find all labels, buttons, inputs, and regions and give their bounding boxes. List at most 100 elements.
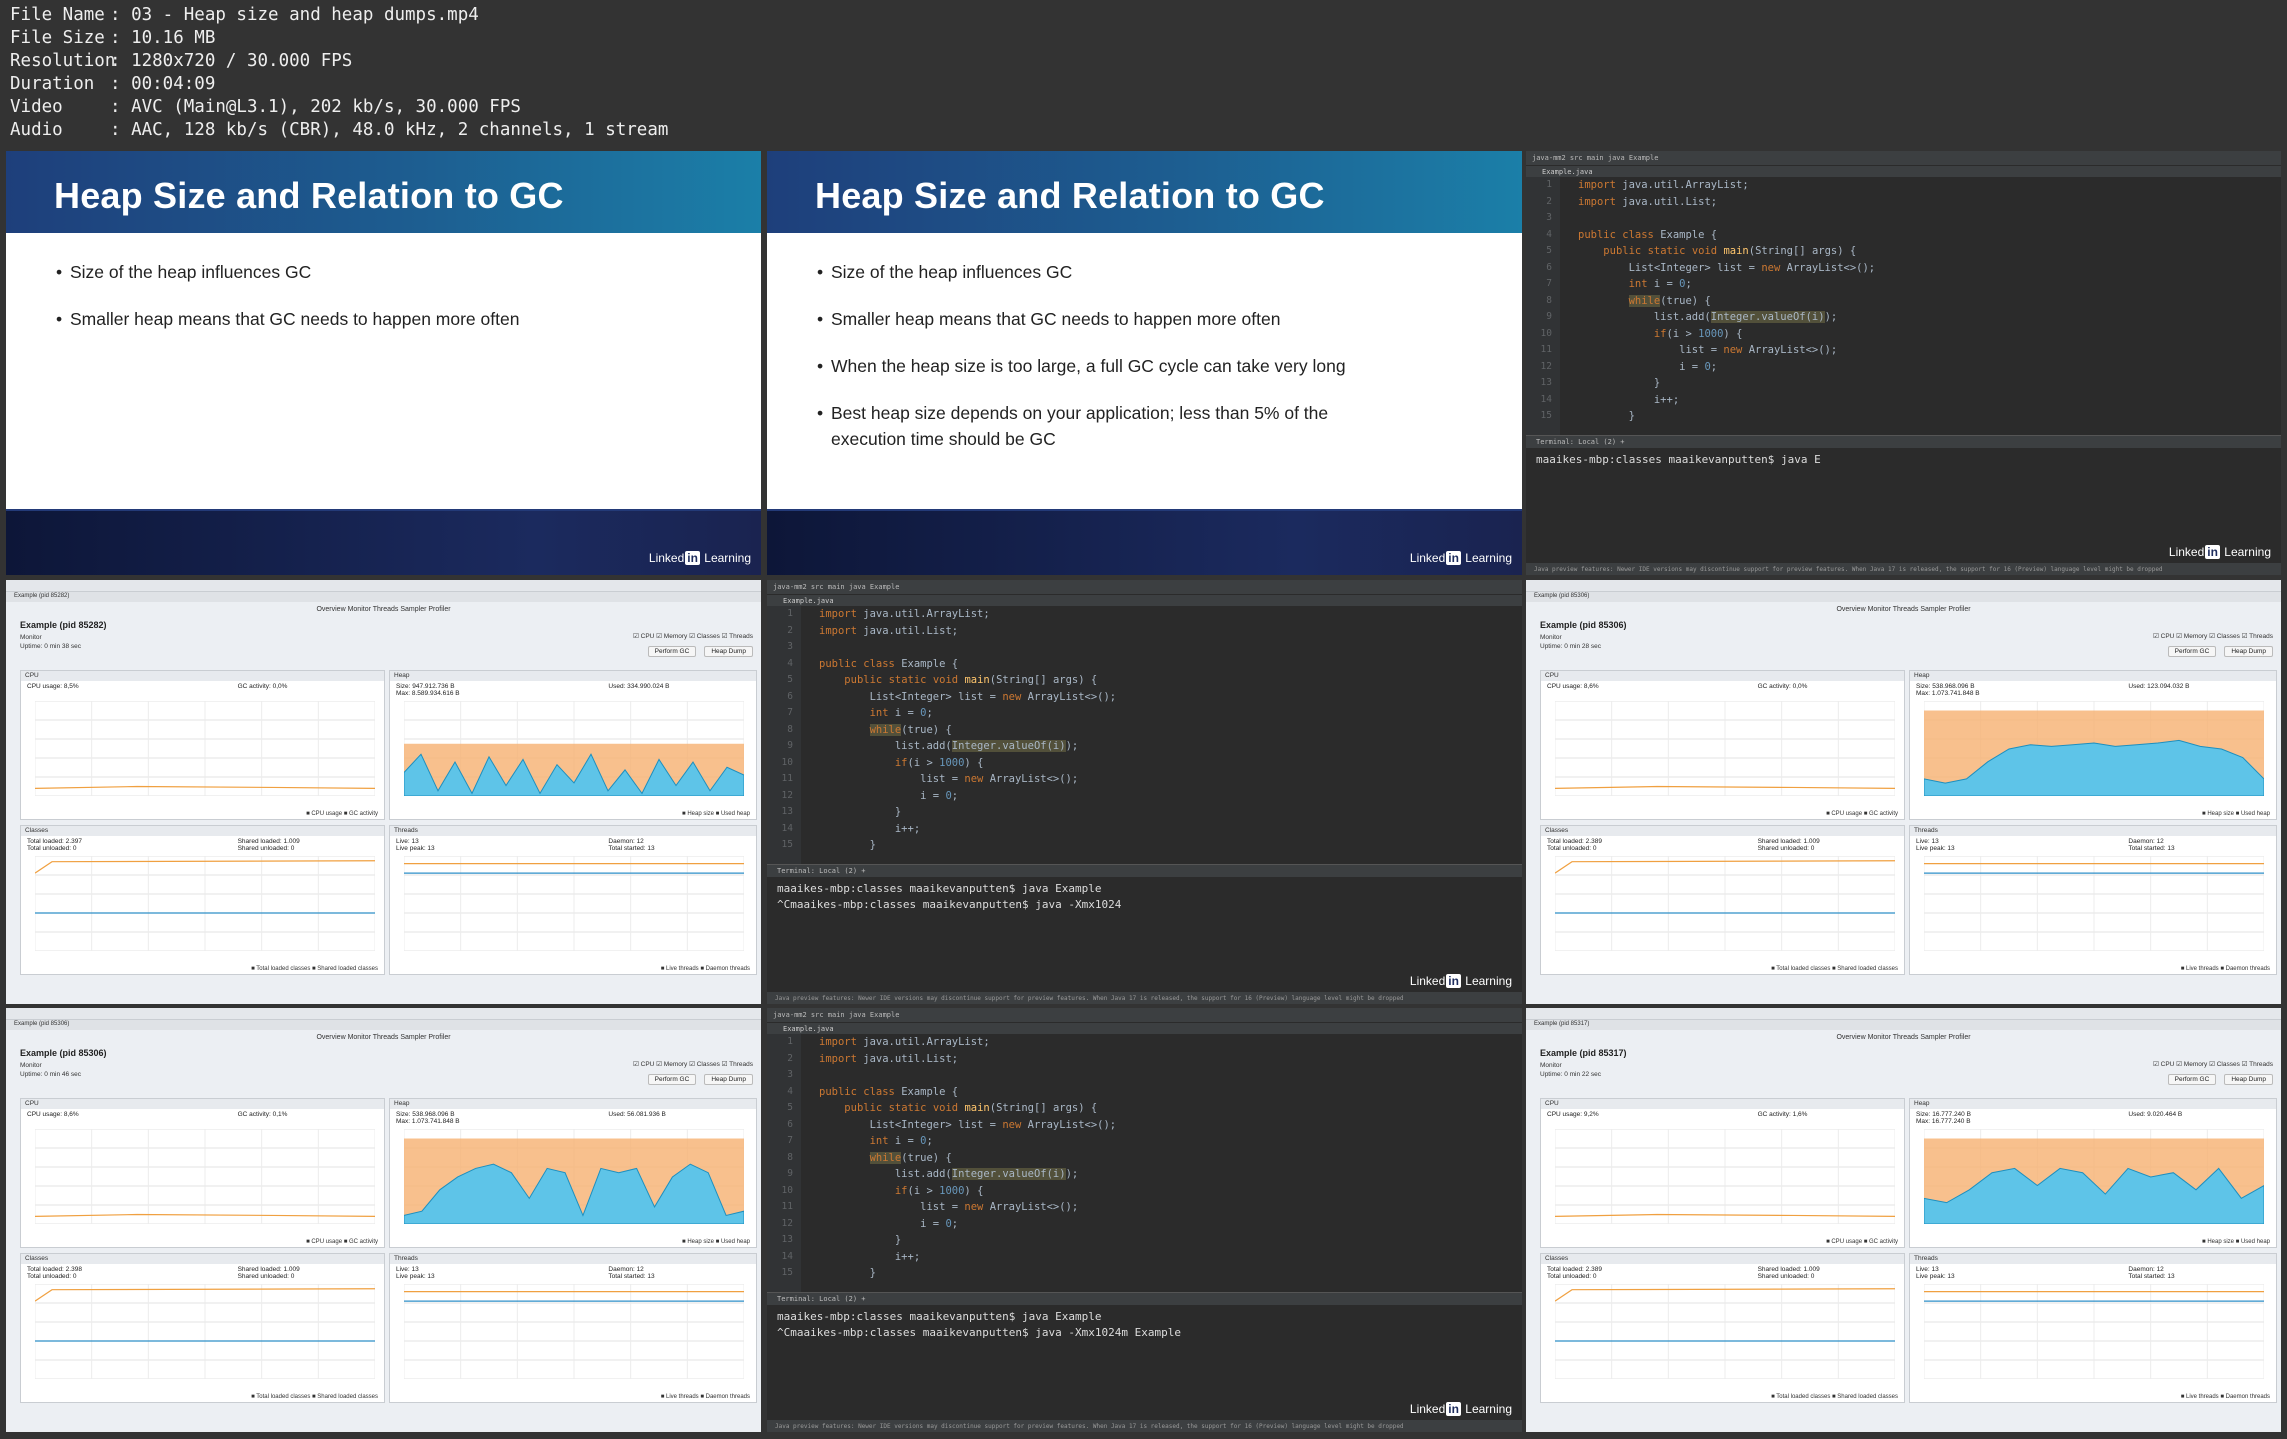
editor-tab[interactable]: Example.java [1526, 165, 2281, 177]
terminal-panel[interactable]: Terminal: Local (2) + maaikes-mbp:classes… [767, 864, 1522, 992]
code-line: i++; [819, 822, 921, 835]
visualvm-toolbar[interactable] [1526, 580, 2281, 592]
view-tabs[interactable]: Overview Monitor Threads Sampler Profile… [6, 1030, 761, 1046]
stat-value: Daemon: 12 [608, 838, 644, 845]
ide-toolbar[interactable]: java-mm2 src main java Example [1526, 151, 2281, 165]
slide-full: Heap Size and Relation to GC Size of the… [767, 151, 1522, 575]
terminal-panel[interactable]: Terminal: Local (2) + maaikes-mbp:classes… [767, 1292, 1522, 1420]
line-number: 15 [1540, 410, 1552, 421]
process-tab[interactable]: Example (pid 85306) [6, 1020, 761, 1030]
code-line: i = 0; [819, 1217, 959, 1230]
line-number: 9 [787, 740, 793, 751]
ide-toolbar[interactable]: java-mm2 src main java Example [767, 580, 1522, 594]
threads-panel-legend: ■ Live threads ■ Daemon threads [2180, 966, 2270, 972]
code-line: import java.util.List; [819, 1052, 959, 1065]
terminal-line: maaikes-mbp:classes maaikevanputten$ jav… [777, 882, 1102, 895]
slide-bullets-short: Size of the heap influences GC Smaller he… [6, 233, 761, 332]
monitor-checkboxes[interactable]: ☑ CPU ☑ Memory ☑ Classes ☑ Threads [633, 1060, 753, 1068]
classes-panel: Classes Total loaded: 2.389 Total unloaded… [1540, 1253, 1905, 1403]
threads-panel-stats: Live: 13 Live peak: 13 Daemon: 12 Total sta… [1910, 1264, 2276, 1280]
process-title: Example (pid 85282) [20, 620, 107, 630]
cpu-panel-graph [35, 701, 375, 796]
cpu-panel: CPU CPU usage: 8,6% GC activity: 0,1% ■ CPU… [20, 1098, 385, 1248]
code-editor[interactable]: 1 2 3 4 5 6 7 8 9 10 11 12 13 14 15 import java.util.Ar… [1526, 177, 2281, 435]
threads-panel: Threads Live: 13 Live peak: 13 Daemon: 12 To… [1909, 825, 2277, 975]
line-number: 11 [1540, 344, 1552, 355]
terminal-tab[interactable]: Terminal: Local (2) + [1526, 436, 2281, 448]
stat-value: Live peak: 13 [396, 845, 435, 852]
status-bar: Java preview features: Newer IDE version… [767, 1420, 1522, 1432]
stat-value: GC activity: 1,6% [1757, 1111, 1808, 1118]
editor-tab[interactable]: Example.java [767, 1022, 1522, 1034]
heap-dump-button[interactable]: Heap Dump [2224, 646, 2273, 657]
monitor-checkboxes[interactable]: ☑ CPU ☑ Memory ☑ Classes ☑ Threads [2153, 1060, 2273, 1068]
view-tabs[interactable]: Overview Monitor Threads Sampler Profile… [1526, 602, 2281, 618]
process-tab[interactable]: Example (pid 85282) [6, 592, 761, 602]
classes-panel-stats: Total loaded: 2.389 Total unloaded: 0 Shar… [1541, 836, 1904, 852]
header-key: File Size [10, 28, 105, 48]
stat-value: Size: 538.968.096 B [1916, 683, 1975, 690]
code-line: public static void main(String[] args) { [1603, 245, 1857, 257]
cpu-panel-stats: CPU usage: 8,5% GC activity: 0,0% [21, 681, 384, 697]
terminal-tab[interactable]: Terminal: Local (2) + [767, 865, 1522, 877]
visualvm-toolbar[interactable] [1526, 1008, 2281, 1020]
threads-panel: Threads Live: 13 Live peak: 13 Daemon: 12 To… [389, 825, 757, 975]
view-tabs[interactable]: Overview Monitor Threads Sampler Profile… [1526, 1030, 2281, 1046]
stat-value: Max: 8.589.934.616 B [396, 690, 460, 697]
stat-value: Total loaded: 2.397 [27, 838, 82, 845]
threads-panel-title: Threads [1910, 1254, 2276, 1264]
monitor-checkboxes[interactable]: ☑ CPU ☑ Memory ☑ Classes ☑ Threads [633, 632, 753, 640]
code-editor[interactable]: 1 2 3 4 5 6 7 8 9 10 11 12 13 14 15 import java.util.Ar… [767, 606, 1522, 864]
header-key: Audio [10, 120, 63, 140]
classes-panel-legend: ■ Total loaded classes ■ Shared loaded c… [251, 1394, 378, 1400]
line-number: 6 [787, 1118, 793, 1130]
process-tab[interactable]: Example (pid 85317) [1526, 1020, 2281, 1030]
linkedin-learning-logo: Linked in Learning [1409, 551, 1512, 565]
classes-panel-legend: ■ Total loaded classes ■ Shared loaded c… [251, 966, 378, 972]
code-line: } [819, 806, 902, 818]
process-title: Example (pid 85306) [1540, 620, 1627, 630]
monitor-checkboxes[interactable]: ☑ CPU ☑ Memory ☑ Classes ☑ Threads [2153, 632, 2273, 640]
perform-gc-button[interactable]: Perform GC [2167, 646, 2217, 657]
stat-value: Shared loaded: 1.009 [237, 1266, 300, 1273]
heap-dump-button[interactable]: Heap Dump [2224, 1074, 2273, 1085]
perform-gc-button[interactable]: Perform GC [647, 646, 697, 657]
code-line: list.add(Integer.valueOf(i)); [819, 1168, 1079, 1180]
heap-dump-button[interactable]: Heap Dump [704, 1074, 753, 1085]
stat-value: Size: 947.912.736 B [396, 683, 455, 690]
action-buttons: Perform GC Heap Dump [640, 646, 753, 657]
code-line: list = new ArrayList<>(); [819, 1201, 1079, 1213]
heap-dump-button[interactable]: Heap Dump [704, 646, 753, 657]
terminal-tab[interactable]: Terminal: Local (2) + [767, 1293, 1522, 1305]
threads-panel-legend: ■ Live threads ■ Daemon threads [2180, 1394, 2270, 1400]
editor-tab[interactable]: Example.java [767, 594, 1522, 606]
code-editor[interactable]: 1 2 3 4 5 6 7 8 9 10 11 12 13 14 15 import java.util.Ar… [767, 1034, 1522, 1292]
perform-gc-button[interactable]: Perform GC [2167, 1074, 2217, 1085]
stat-value: Used: 9.020.464 B [2128, 1111, 2183, 1118]
perform-gc-button[interactable]: Perform GC [647, 1074, 697, 1085]
stat-value: CPU usage: 9,2% [1547, 1111, 1599, 1118]
ide-window: java-mm2 src main java Example Example.ja… [1526, 151, 2281, 575]
bullet: Size of the heap influences GC [817, 259, 1387, 285]
visualvm-toolbar[interactable] [6, 580, 761, 592]
line-number: 12 [781, 789, 793, 801]
threads-panel-title: Threads [390, 1254, 756, 1264]
visualvm-toolbar[interactable] [6, 1008, 761, 1020]
code-line: if(i > 1000) { [894, 756, 984, 769]
media-info-header: File Name: 03 - Heap size and heap dumps… [10, 4, 668, 142]
stat-value: Max: 16.777.240 B [1916, 1118, 1971, 1125]
code-line: import java.util.ArrayList; [1578, 179, 1749, 191]
process-tab[interactable]: Example (pid 85306) [1526, 592, 2281, 602]
stat-value: Live: 13 [396, 1266, 419, 1273]
cpu-panel: CPU CPU usage: 8,6% GC activity: 0,0% ■ CPU… [1540, 670, 1905, 820]
code-line: List<Integer> list = new ArrayList<>(); [1578, 261, 1876, 274]
terminal-panel[interactable]: Terminal: Local (2) + maaikes-mbp:classes… [1526, 435, 2281, 563]
stat-value: Total started: 13 [2128, 845, 2175, 852]
heap-panel-legend: ■ Heap size ■ Used heap [2202, 1239, 2270, 1245]
stat-value: GC activity: 0,1% [237, 1111, 288, 1118]
terminal-line: maaikes-mbp:classes maaikevanputten$ jav… [777, 1310, 1102, 1323]
line-number: 3 [787, 641, 793, 652]
ide-toolbar[interactable]: java-mm2 src main java Example [767, 1008, 1522, 1022]
slide-title: Heap Size and Relation to GC [6, 151, 761, 233]
view-tabs[interactable]: Overview Monitor Threads Sampler Profile… [6, 602, 761, 618]
